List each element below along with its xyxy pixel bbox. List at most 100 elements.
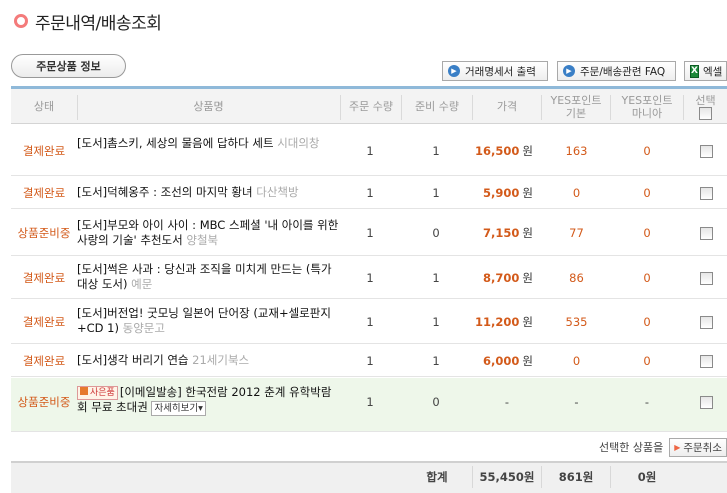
price-unit: 원 [522,226,533,240]
row-point-mania: 0 [643,226,651,240]
row-point-basic: - [574,395,579,409]
row-qty: 1 [366,144,374,158]
row-ready: 1 [432,144,440,158]
row-qty: 1 [366,271,374,285]
row-point-mania: 0 [643,354,651,368]
product-publisher: 다산책방 [256,185,299,199]
row-product-name: [도서]생각 버리기 연습 21세기북스 [77,353,340,368]
price-value: 5,900 [483,186,520,200]
row-price: 16,500 원 [473,126,541,176]
product-publisher: 예문 [131,277,153,291]
row-product-name: [도서]버전업! 굿모닝 일본어 단어장 (교재+셀로판지+CD 1) 동양문고 [77,306,340,336]
col-point-basic-line1: YES포인트 [550,93,602,107]
product-title-link[interactable]: [도서]버전업! 굿모닝 일본어 단어장 (교재+셀로판지+CD 1) [77,306,331,335]
excel-icon: X [690,64,699,78]
product-publisher: 동양문고 [122,321,165,335]
product-title-link[interactable]: [도서]썩은 사과 : 당신과 조직을 미치게 만드는 (특가 대상 도서) [77,262,332,291]
row-point-mania: 0 [643,315,651,329]
col-point-mania: YES포인트 마니아 [611,89,683,124]
page-title-text: 주문내역/배송조회 [35,13,162,34]
row-point-basic: 535 [565,315,588,329]
row-qty: 1 [366,354,374,368]
price-unit: 원 [522,315,533,329]
col-select-label: 선택 [695,93,716,107]
row-point-mania: 0 [643,186,651,200]
product-title-link[interactable]: [도서]덕혜옹주 : 조선의 마지막 황녀 [77,185,253,199]
row-checkbox[interactable] [699,186,713,200]
row-qty: 1 [366,186,374,200]
row-qty: 1 [366,226,374,240]
select-all-checkbox[interactable] [699,106,712,120]
col-name: 상품명 [193,100,224,113]
price-value: 8,700 [483,271,520,285]
selection-actions: 선택한 상품을 ▶ 주문취소 [598,437,727,457]
product-publisher: 시대의창 [277,136,320,150]
table-row: 결제완료 [도서]촘스키, 세상의 물음에 답하다 세트 시대의창 1 1 16… [11,126,727,176]
row-ready: 1 [432,354,440,368]
cancel-order-label: 주문취소 [683,441,722,454]
table-row: 결제완료 [도서]생각 버리기 연습 21세기북스 1 1 6,000 원 0 0 [11,345,727,377]
tab-order-info[interactable]: 주문상품 정보 [11,54,126,78]
gift-badge: 사은품 [77,386,118,400]
row-ready: 1 [432,315,440,329]
col-point-mania-line2: 마니아 [631,106,663,120]
row-checkbox[interactable] [699,315,713,329]
detail-view-button[interactable]: 자세히보기▾ [151,401,206,416]
row-point-basic: 0 [572,354,581,368]
row-checkbox[interactable] [699,226,713,240]
product-title-link[interactable]: [도서]촘스키, 세상의 물음에 답하다 세트 [77,136,274,150]
row-price: 7,150 원 [473,210,541,256]
arrow-right-icon: ▶ [674,442,681,452]
price-value: 11,200 [475,315,520,329]
row-point-mania: 0 [643,144,651,158]
product-publisher: 21세기북스 [192,353,250,367]
col-status: 상태 [33,100,55,113]
row-price: 8,700 원 [473,257,541,299]
receipt-print-button[interactable]: ▶ 거래명세서 출력 [442,61,548,81]
row-status: 결제완료 [22,271,66,285]
row-point-basic: 77 [569,226,584,240]
cancel-order-button[interactable]: ▶ 주문취소 [669,437,727,457]
table-row: 결제완료 [도서]썩은 사과 : 당신과 조직을 미치게 만드는 (특가 대상 … [11,257,727,299]
row-checkbox[interactable] [699,271,713,285]
gift-row: 상품준비중 사은품 [이메일발송] 한국전람 2012 춘계 유학박람회 무료 초… [11,378,727,432]
row-product-name: [도서]덕혜옹주 : 조선의 마지막 황녀 다산책방 [77,185,340,200]
table-row: 결제완료 [도서]덕혜옹주 : 조선의 마지막 황녀 다산책방 1 1 5,90… [11,177,727,209]
product-publisher: 양철북 [186,233,219,247]
price-unit: 원 [522,186,533,200]
row-point-basic: 0 [572,186,581,200]
gift-icon [80,387,88,395]
faq-button[interactable]: ▶ 주문/배송관련 FAQ [557,61,676,81]
gift-badge-label: 사은품 [90,388,115,398]
row-status: 결제완료 [22,315,66,329]
excel-label: 엑셀 [702,65,723,78]
row-price: 5,900 원 [473,177,541,209]
price-value: 16,500 [475,144,520,158]
row-checkbox[interactable] [699,395,713,409]
summary-point-mania: 0원 [637,470,657,484]
row-ready: 1 [432,186,440,200]
row-checkbox[interactable] [699,354,713,368]
table-row: 결제완료 [도서]버전업! 굿모닝 일본어 단어장 (교재+셀로판지+CD 1)… [11,300,727,344]
table-row: 상품준비중 [도서]부모와 아이 사이 : MBC 스페셜 '내 아이를 위한 … [11,210,727,256]
row-point-mania: 0 [643,271,651,285]
price-value: 7,150 [483,226,520,240]
row-point-mania: - [644,395,650,409]
selection-label: 선택한 상품을 [598,441,664,454]
circle-bullet-icon [14,14,28,28]
row-price: 6,000 원 [473,345,541,377]
row-ready: 0 [432,226,440,240]
product-title-link[interactable]: [도서]생각 버리기 연습 [77,353,189,367]
col-point-basic-line2: 기본 [565,106,587,120]
row-point-basic: 86 [569,271,584,285]
row-point-basic: 163 [565,144,588,158]
col-point-mania-line1: YES포인트 [621,93,673,107]
row-checkbox[interactable] [699,144,713,158]
detail-view-label: 자세히보기 [154,403,199,414]
summary-label: 합계 [426,470,448,484]
summary-price: 55,450원 [479,470,535,484]
col-point-basic: YES포인트 기본 [542,89,610,124]
row-status: 결제완료 [22,144,66,158]
excel-button[interactable]: X 엑셀 [684,61,727,81]
price-unit: 원 [522,271,533,285]
